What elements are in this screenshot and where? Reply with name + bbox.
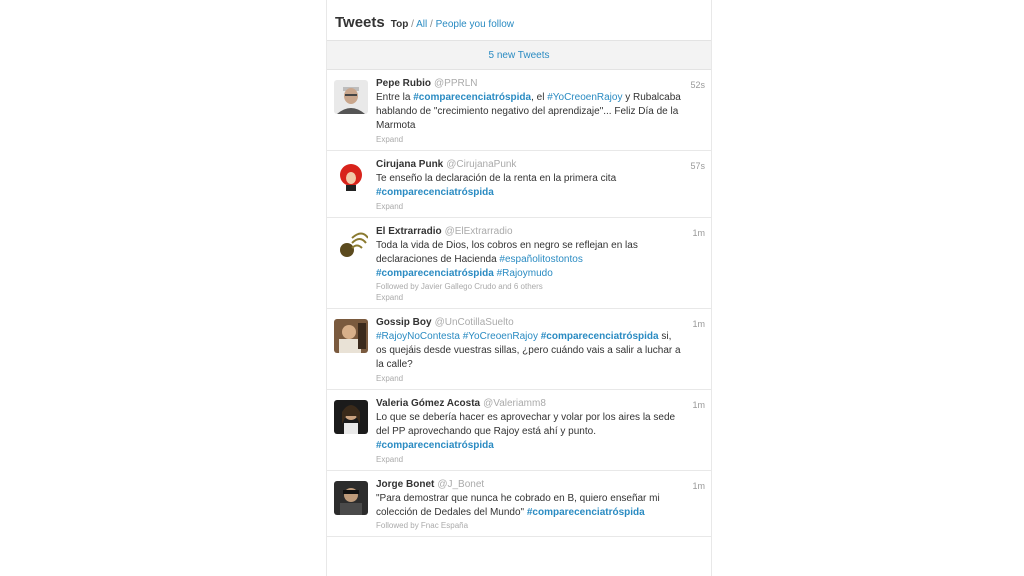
stream-title: Tweets <box>335 14 385 31</box>
hashtag-link[interactable]: #comparecenciatróspida <box>376 268 494 279</box>
hashtag-link[interactable]: #comparecenciatróspida <box>527 507 645 518</box>
avatar[interactable] <box>334 161 368 195</box>
filter-people-you-follow[interactable]: People you follow <box>436 19 514 30</box>
hashtag-link[interactable]: #comparecenciatróspida <box>376 187 494 198</box>
tweet-author-handle[interactable]: @CirujanaPunk <box>446 159 516 170</box>
hashtag-link[interactable]: #YoCreoenRajoy <box>547 92 622 103</box>
expand-link[interactable]: Expand <box>376 455 683 464</box>
tweet-text: Te enseño la declaración de la renta en … <box>376 172 683 200</box>
tweet-item[interactable]: Pepe Rubio @PPRLN 52s Entre la #comparece… <box>327 70 711 151</box>
tweet-item[interactable]: Gossip Boy @UnCotillaSuelto 1m #RajoyNoCo… <box>327 309 711 390</box>
tweet-text: "Para demostrar que nunca he cobrado en … <box>376 492 683 520</box>
followed-by-note: Followed by Fnac España <box>376 521 469 530</box>
tweet-author-handle[interactable]: @UnCotillaSuelto <box>435 317 514 328</box>
tweet-author-name[interactable]: Jorge Bonet <box>376 479 434 490</box>
tweet-text-segment: Entre la <box>376 92 414 103</box>
tweet-text: Toda la vida de Dios, los cobros en negr… <box>376 239 683 281</box>
tweet-author-name[interactable]: Cirujana Punk <box>376 159 443 170</box>
expand-link[interactable]: Expand <box>376 374 683 383</box>
stream-filters: Top / All / People you follow <box>391 19 514 30</box>
followed-by-note: Followed by Javier Gallego Crudo and 6 o… <box>376 282 543 291</box>
expand-link[interactable]: Expand <box>376 202 683 211</box>
expand-link[interactable]: Expand <box>376 135 683 144</box>
tweet-author-name[interactable]: El Extrarradio <box>376 226 442 237</box>
tweet-timestamp[interactable]: 57s <box>690 161 705 171</box>
tweet-author-handle[interactable]: @J_Bonet <box>437 479 484 490</box>
tweet-timestamp[interactable]: 1m <box>692 400 705 410</box>
tweet-timestamp[interactable]: 1m <box>692 228 705 238</box>
tweet-text: #RajoyNoContesta #YoCreoenRajoy #compare… <box>376 330 683 372</box>
hashtag-link[interactable]: #Rajoymudo <box>497 268 553 279</box>
tweet-author-name[interactable]: Pepe Rubio <box>376 78 431 89</box>
tweet-timestamp[interactable]: 1m <box>692 481 705 491</box>
filter-all[interactable]: All <box>416 19 427 30</box>
stream-header: Tweets Top / All / People you follow <box>327 0 711 40</box>
tweet-stream: Tweets Top / All / People you follow 5 n… <box>326 0 712 576</box>
hashtag-link[interactable]: #comparecenciatróspida <box>413 92 531 103</box>
avatar[interactable] <box>334 228 368 262</box>
tweet-item[interactable]: Valeria Gómez Acosta @Valeriamm8 1m Lo qu… <box>327 390 711 471</box>
tweet-text: Entre la #comparecenciatróspida, el #YoC… <box>376 91 683 133</box>
tweet-text: Lo que se debería hacer es aprovechar y … <box>376 411 683 453</box>
filter-top[interactable]: Top <box>391 19 409 30</box>
tweet-timestamp[interactable]: 52s <box>690 80 705 90</box>
hashtag-link[interactable]: #españolitostontos <box>499 254 582 265</box>
hashtag-link[interactable]: #comparecenciatróspida <box>541 331 659 342</box>
avatar[interactable] <box>334 481 368 515</box>
tweet-text-segment: Lo que se debería hacer es aprovechar y … <box>376 412 676 437</box>
avatar[interactable] <box>334 319 368 353</box>
tweet-author-name[interactable]: Gossip Boy <box>376 317 432 328</box>
tweet-item[interactable]: El Extrarradio @ElExtrarradio 1m Toda la … <box>327 218 711 309</box>
filter-separator: / <box>427 19 436 30</box>
tweet-text-segment: Te enseño la declaración de la renta en … <box>376 173 617 184</box>
expand-link[interactable]: Expand <box>376 293 683 302</box>
new-tweets-button[interactable]: 5 new Tweets <box>327 40 711 70</box>
tweet-author-name[interactable]: Valeria Gómez Acosta <box>376 398 480 409</box>
tweet-author-handle[interactable]: @Valeriamm8 <box>483 398 546 409</box>
hashtag-link[interactable]: #YoCreoenRajoy <box>463 331 538 342</box>
hashtag-link[interactable]: #comparecenciatróspida <box>376 440 494 451</box>
hashtag-link[interactable]: #RajoyNoContesta <box>376 331 460 342</box>
avatar[interactable] <box>334 400 368 434</box>
filter-separator: / <box>408 19 417 30</box>
tweet-author-handle[interactable]: @ElExtrarradio <box>445 226 513 237</box>
tweet-text-segment: , el <box>531 92 548 103</box>
tweet-author-handle[interactable]: @PPRLN <box>434 78 478 89</box>
tweet-item[interactable]: Cirujana Punk @CirujanaPunk 57s Te enseño… <box>327 151 711 218</box>
tweet-timestamp[interactable]: 1m <box>692 319 705 329</box>
tweet-item[interactable]: Jorge Bonet @J_Bonet 1m "Para demostrar q… <box>327 471 711 537</box>
avatar[interactable] <box>334 80 368 114</box>
